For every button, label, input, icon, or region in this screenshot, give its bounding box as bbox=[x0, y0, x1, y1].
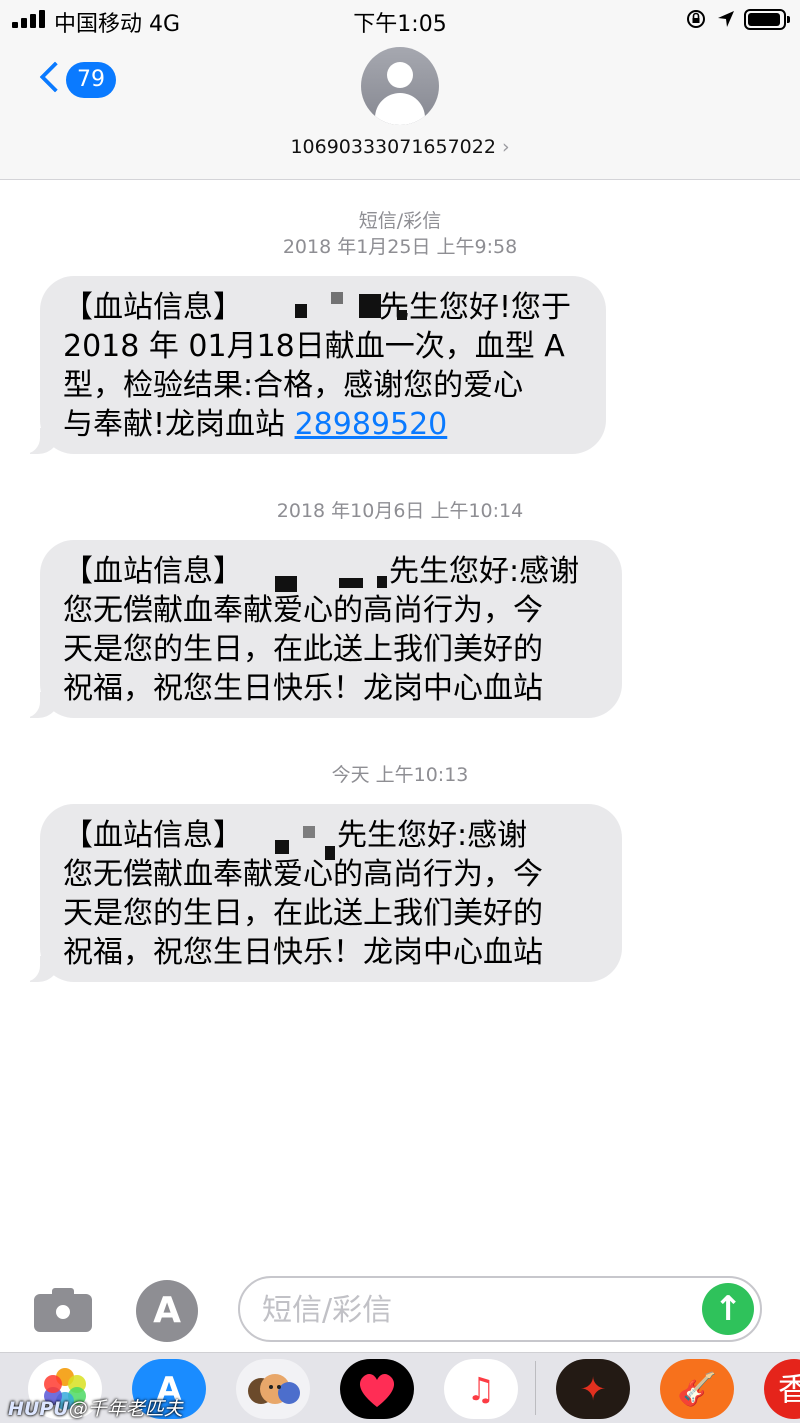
camera-button[interactable] bbox=[34, 1288, 92, 1332]
app-store-icon: A bbox=[153, 1290, 181, 1331]
message-bubble[interactable]: 【血站信息】 先生您好:感谢 您无偿献血奉献爱心的高尚行为，今 天是您的生日，在此… bbox=[16, 540, 622, 718]
message-line: 型，检验结果:合格，感谢您的爱心 bbox=[63, 368, 524, 403]
message-line: 2018 年 01月18日献血一次，血型 A bbox=[63, 329, 565, 364]
redaction-block bbox=[397, 310, 407, 320]
redaction-block bbox=[339, 578, 363, 588]
back-button[interactable]: 79 bbox=[36, 60, 126, 104]
message-line: 与奉献!龙岗血站 28989520 bbox=[63, 407, 448, 442]
arrow-up-icon: ↑ bbox=[713, 1289, 743, 1329]
message-line: 您无偿献血奉献爱心的高尚行为，今 bbox=[63, 593, 543, 628]
person-icon bbox=[387, 62, 413, 88]
message-bubble[interactable]: 【血站信息】 先生您好!您于 2018 年 01月18日献血一次，血型 A 型，检… bbox=[16, 276, 606, 454]
location-icon bbox=[718, 11, 734, 27]
message-input[interactable] bbox=[262, 1290, 682, 1330]
message-line: 【血站信息】 先生您好:感谢 bbox=[63, 816, 600, 860]
orientation-lock-icon bbox=[687, 10, 705, 28]
memoji-icon[interactable] bbox=[236, 1359, 310, 1419]
message-line: 天是您的生日，在此送上我们美好的 bbox=[63, 632, 543, 667]
redaction-block bbox=[359, 294, 381, 318]
send-button[interactable]: ↑ bbox=[702, 1283, 754, 1335]
redaction-block bbox=[303, 826, 315, 838]
watermark-brand: HUPU bbox=[8, 1398, 69, 1420]
message-line: 您无偿献血奉献爱心的高尚行为，今 bbox=[63, 857, 543, 892]
status-bar: 中国移动 4G 下午1:05 bbox=[0, 0, 800, 40]
unread-count-badge: 79 bbox=[66, 62, 116, 98]
message-timestamp: 2018 年10月6日 上午10:14 bbox=[276, 500, 524, 522]
phone-number-link[interactable]: 28989520 bbox=[295, 407, 448, 442]
contact-number: 10690333071657022 bbox=[290, 136, 496, 158]
service-label: 短信/彩信 bbox=[358, 210, 442, 232]
message-line: 【血站信息】 先生您好:感谢 bbox=[63, 552, 600, 592]
garageband-icon[interactable]: 🎸 bbox=[660, 1359, 734, 1419]
watermark: HUPU@千年老匹夫 bbox=[8, 1394, 183, 1421]
divider bbox=[535, 1361, 536, 1415]
redaction-block bbox=[377, 576, 387, 588]
game-icon[interactable]: ✦ bbox=[556, 1359, 630, 1419]
message-line: 祝福，祝您生日快乐！龙岗中心血站 bbox=[63, 671, 543, 706]
message-line: 天是您的生日，在此送上我们美好的 bbox=[63, 896, 543, 931]
conversation-header: 79 10690333071657022 › bbox=[0, 40, 800, 180]
app-store-button[interactable]: A bbox=[136, 1280, 198, 1342]
watermark-author: @千年老匹夫 bbox=[68, 1398, 183, 1420]
redaction-block bbox=[275, 576, 297, 592]
contact-avatar[interactable] bbox=[361, 47, 439, 125]
chevron-right-icon: › bbox=[501, 136, 510, 158]
battery-icon bbox=[744, 9, 790, 30]
redaction-block bbox=[331, 292, 343, 304]
message-timestamp: 2018 年1月25日 上午9:58 bbox=[282, 236, 518, 258]
redaction-block bbox=[295, 304, 307, 318]
status-time: 下午1:05 bbox=[353, 12, 447, 37]
message-line: 祝福，祝您生日快乐！龙岗中心血站 bbox=[63, 935, 543, 970]
red-app-icon[interactable]: 香 bbox=[764, 1359, 800, 1419]
redaction-block bbox=[275, 840, 289, 854]
digital-touch-icon[interactable] bbox=[340, 1359, 414, 1419]
message-timestamp: 今天 上午10:13 bbox=[331, 764, 469, 786]
message-bubble[interactable]: 【血站信息】 先生您好:感谢 您无偿献血奉献爱心的高尚行为，今 天是您的生日，在此… bbox=[16, 804, 622, 982]
contact-name[interactable]: 10690333071657022 › bbox=[0, 136, 800, 158]
music-icon[interactable]: ♫ bbox=[444, 1359, 518, 1419]
message-line: 【血站信息】 先生您好!您于 bbox=[63, 290, 572, 325]
message-compose-field[interactable]: ↑ bbox=[238, 1276, 762, 1342]
